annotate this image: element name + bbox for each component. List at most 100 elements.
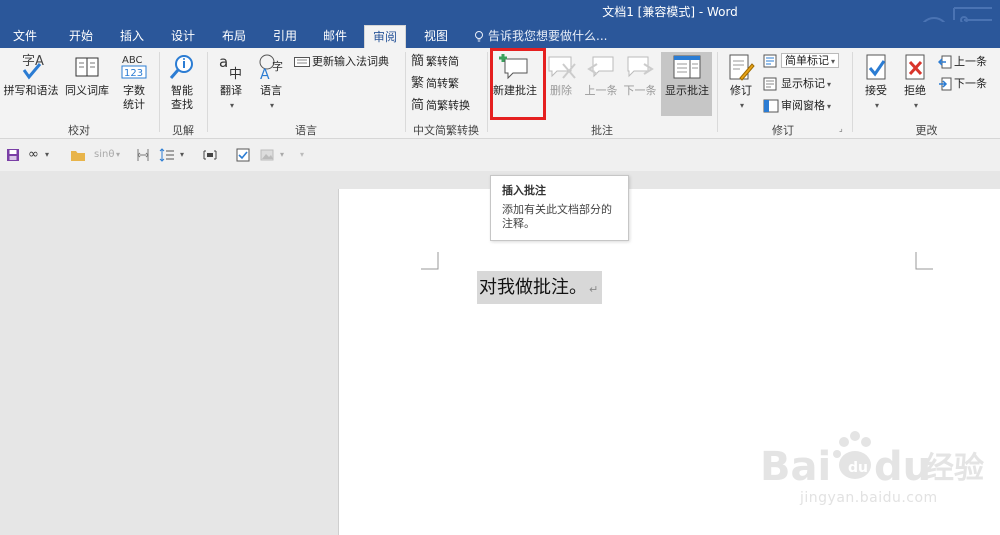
selected-document-text[interactable]: 对我做批注。 ↵ (477, 271, 603, 304)
title-bar: 文档1 [兼容模式] - Word (0, 0, 1000, 47)
keyboard-icon (294, 57, 310, 67)
svg-text:ABC: ABC (122, 55, 143, 66)
chevron-down-icon[interactable]: ▾ (45, 147, 49, 163)
watermark-url: jingyan.baidu.com (800, 490, 938, 506)
tab-mailings[interactable]: 邮件 (323, 27, 347, 44)
svg-text:du: du (874, 444, 931, 490)
tooltip-body: 添加有关此文档部分的注释。 (502, 203, 612, 230)
chevron-down-icon[interactable]: ▾ (116, 147, 120, 163)
group-label-language: 语言 (295, 124, 317, 137)
book-icon (75, 57, 99, 77)
tab-file[interactable]: 文件 (13, 27, 37, 44)
loop-icon[interactable]: ∞ (28, 147, 39, 163)
chevron-down-icon: ▾ (874, 101, 879, 110)
update-ime-label: 更新输入法词典 (312, 55, 389, 68)
chevron-down-icon[interactable]: ▾ (280, 147, 284, 163)
delete-comment-label: 删除 (550, 84, 572, 97)
group-separator (159, 52, 160, 132)
track-changes-button[interactable]: 修订 ▾ (724, 52, 758, 111)
image-icon[interactable] (260, 147, 274, 163)
reject-button[interactable]: 拒绝 ▾ (897, 52, 933, 111)
tab-layout[interactable]: 布局 (222, 27, 246, 44)
save-icon[interactable] (6, 147, 20, 163)
reject-icon (905, 54, 925, 80)
smart-lookup-label-1: 智能 (171, 84, 193, 97)
reviewing-pane-icon (763, 99, 779, 113)
svg-text:123: 123 (124, 68, 143, 79)
tab-view[interactable]: 视图 (424, 27, 448, 44)
previous-comment-button[interactable]: 上一条 (583, 52, 619, 98)
customize-qat-icon[interactable]: ▾ (300, 147, 304, 163)
group-separator (487, 52, 488, 132)
field-icon[interactable] (202, 147, 218, 163)
document-text: 对我做批注。 (479, 277, 587, 298)
tab-references[interactable]: 引用 (273, 27, 297, 44)
previous-comment-icon (587, 56, 614, 78)
chevron-down-icon[interactable]: ▾ (180, 147, 184, 163)
next-change-icon (939, 77, 952, 91)
reviewing-pane-button[interactable]: 审阅窗格 ▾ (763, 97, 831, 115)
update-ime-dictionary-button[interactable]: 更新输入法词典 (294, 53, 389, 71)
show-comments-label: 显示批注 (665, 84, 709, 97)
translate-button[interactable]: a 中 翻译 ▾ (213, 52, 249, 111)
group-separator (852, 52, 853, 132)
tooltip-title: 插入批注 (502, 184, 546, 197)
delete-comment-icon (548, 56, 576, 79)
lightbulb-icon (475, 30, 483, 41)
show-markup-icon (763, 77, 777, 91)
svg-text:字A: 字A (22, 54, 44, 69)
sin-label[interactable]: sinθ (94, 147, 114, 163)
accept-icon (866, 54, 886, 80)
accept-button[interactable]: 接受 ▾ (858, 52, 894, 111)
column-width-icon[interactable] (135, 147, 151, 163)
svg-text:a: a (219, 53, 228, 71)
show-comments-button[interactable]: 显示批注 (662, 52, 712, 98)
chevron-down-icon: ▾ (739, 101, 744, 110)
language-icon: A 字 (259, 54, 283, 82)
markup-dropdown[interactable]: 简单标记 ▾ (763, 52, 840, 70)
dialog-launcher-icon[interactable]: ⌟ (839, 124, 843, 133)
thesaurus-button[interactable]: 同义词库 (62, 52, 112, 98)
group-label-changes: 更改 (915, 124, 938, 137)
traditional-to-simplified-button[interactable]: 簡繁转简 (411, 53, 459, 71)
folder-icon[interactable] (70, 147, 86, 163)
line-spacing-icon[interactable] (159, 147, 175, 163)
tab-home[interactable]: 开始 (69, 27, 93, 44)
group-label-proofing: 校对 (68, 124, 90, 137)
svg-text:Bai: Bai (760, 444, 831, 490)
tab-design[interactable]: 设计 (171, 27, 195, 44)
paragraph-mark: ↵ (589, 283, 599, 296)
chevron-down-icon: ▾ (827, 102, 832, 111)
reviewing-pane-label: 审阅窗格 (781, 99, 825, 112)
group-separator (717, 52, 718, 132)
previous-change-icon (938, 55, 952, 69)
tab-insert[interactable]: 插入 (120, 27, 144, 44)
delete-comment-button[interactable]: 删除 (543, 52, 579, 98)
simplified-to-traditional-button[interactable]: 繁简转繁 (411, 75, 459, 93)
translate-label: 翻译 (220, 84, 242, 97)
previous-comment-label: 上一条 (584, 84, 618, 97)
tab-review[interactable]: 审阅 (364, 25, 407, 49)
tell-me-box[interactable]: 告诉我您想要做什么... (474, 27, 607, 44)
new-comment-highlight (490, 48, 546, 120)
reject-label: 拒绝 (904, 84, 926, 97)
spelling-label: 拼写和语法 (3, 84, 59, 97)
trad-to-simp-label: 繁转简 (426, 55, 460, 68)
previous-change-button[interactable]: 上一条 (938, 53, 987, 71)
word-count-button[interactable]: ABC 123 字数 统计 (116, 52, 152, 112)
smart-lookup-button[interactable]: 智能 查找 (164, 52, 200, 112)
markup-select[interactable]: 简单标记 ▾ (781, 53, 840, 68)
spelling-grammar-button[interactable]: 字A 拼写和语法 (2, 52, 60, 98)
next-change-button[interactable]: 下一条 (938, 75, 987, 93)
translate-icon: a 中 (219, 53, 242, 82)
ribbon-tabs: 文件 开始 插入 设计 布局 引用 邮件 审阅 视图 告诉我您想要做什么... (0, 22, 1000, 49)
trad-to-simp-icon: 簡 (411, 54, 425, 69)
next-comment-button[interactable]: 下一条 (622, 52, 658, 98)
show-markup-button[interactable]: 显示标记 ▾ (763, 75, 831, 93)
show-comments-icon (673, 55, 701, 79)
svg-text:A: A (260, 67, 270, 82)
chinese-conversion-button[interactable]: 简简繁转换 (411, 97, 470, 115)
language-button[interactable]: A 字 语言 ▾ (253, 52, 289, 111)
group-separator (207, 52, 208, 132)
checkbox-icon[interactable] (236, 147, 250, 163)
